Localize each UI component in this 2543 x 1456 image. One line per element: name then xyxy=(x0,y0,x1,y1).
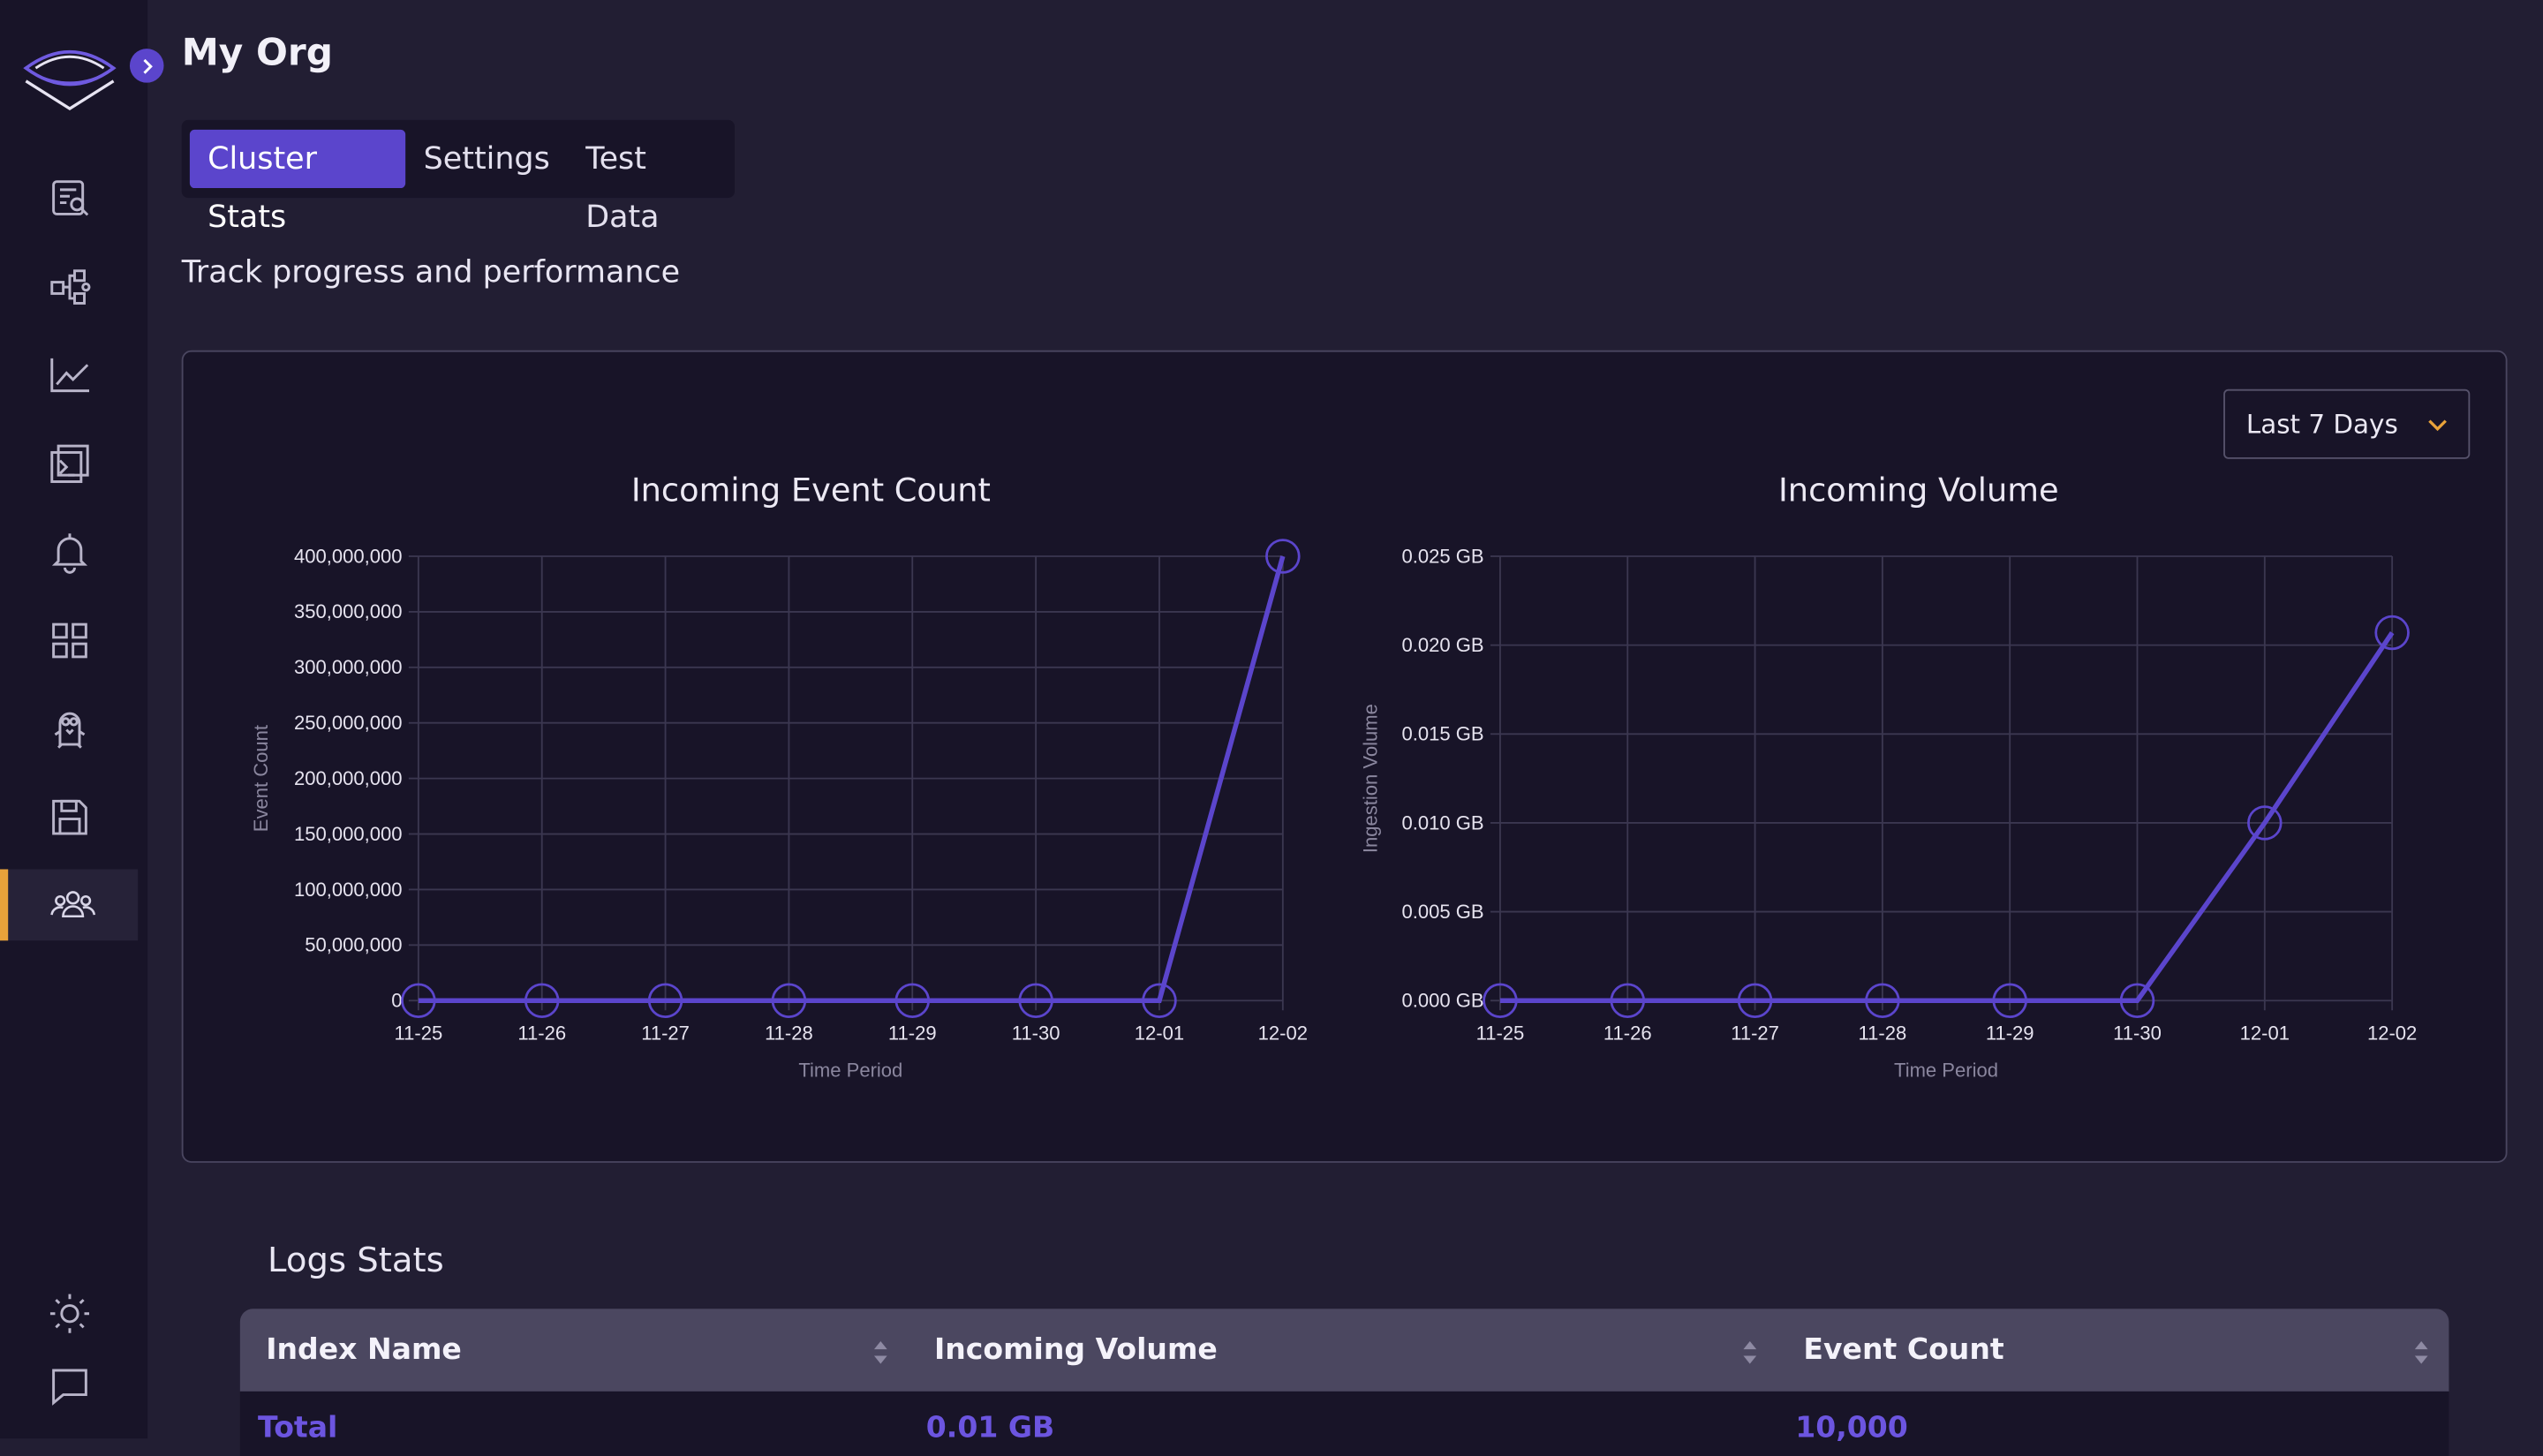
cell-event-count: 10,000 xyxy=(1795,1410,1908,1445)
page-subtitle: Track progress and performance xyxy=(181,254,681,290)
y-tick-label: 350,000,000 xyxy=(294,600,403,622)
y-tick-label: 0.015 GB xyxy=(1401,723,1483,745)
x-tick-label: 12-02 xyxy=(1258,1022,1308,1044)
y-axis-label: Ingestion Volume xyxy=(1359,704,1381,853)
sidebar-item-minion[interactable] xyxy=(0,692,138,764)
y-tick-label: 150,000,000 xyxy=(294,823,403,845)
query-console-icon xyxy=(49,444,88,483)
sort-icon[interactable] xyxy=(1742,1338,1758,1367)
y-tick-label: 0.000 GB xyxy=(1401,990,1483,1012)
y-tick-label: 400,000,000 xyxy=(294,545,403,567)
x-tick-label: 11-25 xyxy=(1476,1022,1525,1044)
save-icon xyxy=(51,799,87,835)
sidebar-expand-button[interactable] xyxy=(129,49,164,83)
sidebar-item-storage[interactable] xyxy=(0,781,138,853)
theme-sun-icon xyxy=(49,1294,89,1333)
y-tick-label: 0.025 GB xyxy=(1401,545,1483,567)
x-tick-label: 11-30 xyxy=(2113,1022,2162,1044)
y-axis-label: Event Count xyxy=(250,725,272,832)
cell-index-name: Total xyxy=(258,1410,338,1445)
team-icon xyxy=(50,891,96,918)
y-tick-label: 300,000,000 xyxy=(294,656,403,678)
volume-chart: 0.000 GB 0.005 GB 0.010 GB 0.015 GB 0.020 GB… xyxy=(1359,545,2417,1082)
sort-icon[interactable] xyxy=(872,1338,888,1367)
y-tick-label: 200,000,000 xyxy=(294,767,403,789)
x-tick-label: 12-02 xyxy=(2367,1022,2417,1044)
x-axis-label: Time Period xyxy=(798,1060,902,1082)
feedback-chat-icon xyxy=(51,1369,87,1406)
charts-panel: Last 7 Days Incoming Event Count 0 50,000… xyxy=(181,350,2508,1163)
logs-stats-title: Logs Stats xyxy=(268,1241,444,1280)
sidebar-item-dashboards[interactable] xyxy=(0,605,138,676)
sidebar-item-logs[interactable] xyxy=(0,162,138,234)
sidebar-item-organization[interactable] xyxy=(0,869,139,941)
y-tick-label: 250,000,000 xyxy=(294,712,403,734)
x-tick-label: 11-28 xyxy=(1859,1022,1907,1044)
y-tick-label: 100,000,000 xyxy=(294,879,403,901)
x-tick-label: 11-26 xyxy=(1604,1022,1652,1044)
tab-settings[interactable]: Settings xyxy=(405,130,568,188)
table-row[interactable]: Total 0.01 GB 10,000 xyxy=(239,1391,2449,1456)
column-header-event-count[interactable]: Event Count xyxy=(1803,1333,2003,1368)
x-tick-label: 11-28 xyxy=(765,1022,813,1044)
y-tick-label: 0.010 GB xyxy=(1401,811,1483,834)
sidebar-item-queries[interactable] xyxy=(0,428,138,500)
tab-cluster-stats[interactable]: Cluster Stats xyxy=(189,129,406,235)
sidebar-item-alerts[interactable] xyxy=(0,516,138,587)
y-tick-label: 0.005 GB xyxy=(1401,901,1483,923)
x-tick-label: 11-26 xyxy=(517,1022,566,1044)
x-tick-label: 11-30 xyxy=(1012,1022,1060,1044)
alerts-bell-icon xyxy=(50,533,87,574)
x-axis-label: Time Period xyxy=(1894,1060,1998,1082)
x-tick-label: 12-01 xyxy=(1135,1022,1184,1044)
sidebar xyxy=(0,0,164,1439)
x-tick-label: 12-01 xyxy=(2240,1022,2290,1044)
search-logs-icon xyxy=(51,180,88,216)
cell-incoming-volume: 0.01 GB xyxy=(925,1410,1055,1445)
feedback-button[interactable] xyxy=(0,1351,138,1422)
pipeline-icon xyxy=(49,269,90,305)
y-tick-label: 50,000,000 xyxy=(305,934,402,956)
x-tick-label: 11-25 xyxy=(395,1022,443,1044)
table-header: Index Name Incoming Volume Event Count xyxy=(239,1309,2449,1392)
x-tick-label: 11-29 xyxy=(888,1022,937,1044)
column-header-index-name[interactable]: Index Name xyxy=(266,1333,462,1368)
theme-toggle-button[interactable] xyxy=(0,1278,138,1349)
sidebar-item-pipelines[interactable] xyxy=(0,252,138,323)
y-tick-label: 0.020 GB xyxy=(1401,634,1483,656)
sidebar-item-metrics[interactable] xyxy=(0,339,138,411)
sort-icon[interactable] xyxy=(2413,1338,2429,1367)
tab-test-data[interactable]: Test Data xyxy=(568,130,735,236)
series-line xyxy=(1499,631,2395,1003)
logo-icon[interactable] xyxy=(23,33,117,114)
penguin-icon xyxy=(53,712,85,749)
x-tick-label: 11-27 xyxy=(1731,1022,1779,1044)
page-title: My Org xyxy=(181,32,333,75)
column-header-incoming-volume[interactable]: Incoming Volume xyxy=(934,1333,1218,1368)
x-tick-label: 11-27 xyxy=(641,1022,690,1044)
metrics-icon xyxy=(49,358,89,393)
y-tick-label: 0 xyxy=(391,990,402,1012)
x-tick-label: 11-29 xyxy=(1986,1022,2034,1044)
dashboards-grid-icon xyxy=(51,622,87,659)
chevron-right-icon xyxy=(142,58,152,73)
event-count-chart: 0 50,000,000 100,000,000 150,000,000 200,000… xyxy=(250,539,1308,1082)
tab-bar: Cluster Stats Settings Test Data xyxy=(181,119,736,236)
logs-stats-table: Index Name Incoming Volume Event Count T… xyxy=(239,1309,2449,1456)
